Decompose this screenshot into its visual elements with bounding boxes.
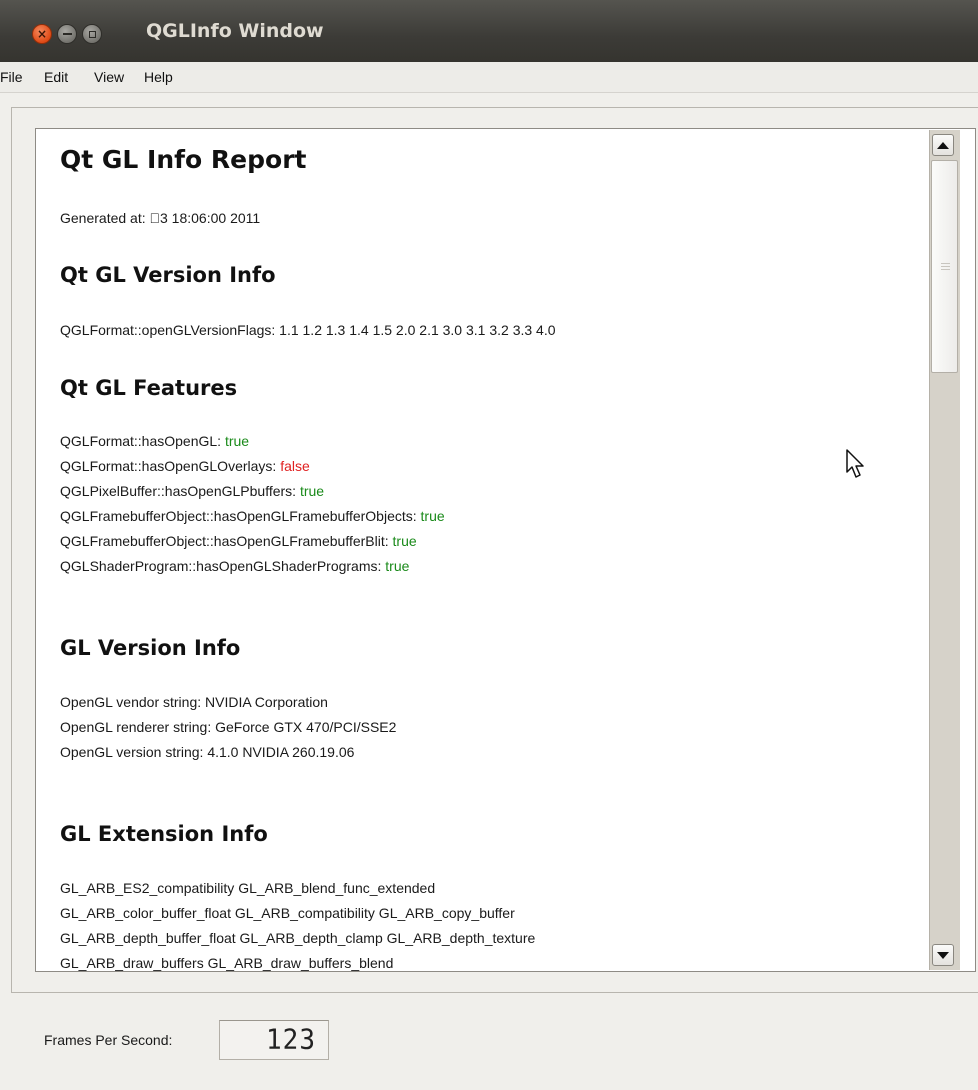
feature-value: true [420,508,445,524]
close-icon: × [36,27,48,41]
qt-version-heading: Qt GL Version Info [60,263,276,287]
report-title: Qt GL Info Report [60,145,307,174]
menu-view[interactable]: View [94,69,124,85]
feature-row: QGLFramebufferObject::hasOpenGLFramebuff… [60,508,445,524]
menu-edit[interactable]: Edit [44,69,68,85]
feature-value: true [385,558,410,574]
qt-features-heading: Qt GL Features [60,376,238,400]
grip-line [941,263,950,264]
feature-value: true [299,483,325,499]
grip-line [941,266,950,267]
fps-lcd-display: 123 [219,1020,329,1060]
title-bar: × QGLInfo Window [0,0,978,62]
scroll-up-arrow-icon [937,141,949,149]
feature-row: QGLFramebufferObject::hasOpenGLFramebuff… [60,533,417,549]
grip-line [941,269,950,270]
minimize-window-button[interactable] [57,24,77,44]
maximize-window-button[interactable] [82,24,102,44]
version-flags-text: QGLFormat::openGLVersionFlags: 1.1 1.2 1… [60,322,556,338]
feature-row: QGLFormat::hasOpenGL: true [60,433,250,449]
menu-help[interactable]: Help [144,69,173,85]
feature-value: true [224,433,250,449]
scroll-up-button[interactable] [932,134,954,156]
scroll-down-arrow-icon [937,951,949,959]
gl-version-heading: GL Version Info [60,636,241,660]
report-text-view[interactable]: Qt GL Info Report Generated at: 3 18:06… [35,128,976,972]
close-window-button[interactable]: × [32,24,52,44]
extension-line: GL_ARB_color_buffer_float GL_ARB_compati… [60,905,515,921]
extension-heading: GL Extension Info [60,822,268,846]
window-title: QGLInfo Window [146,20,324,42]
menu-file[interactable]: File [0,69,23,85]
vertical-scrollbar[interactable] [929,130,960,970]
feature-row: QGLFormat::hasOpenGLOverlays: false [60,458,310,474]
fps-label: Frames Per Second: [44,1032,173,1048]
feature-row: QGLPixelBuffer::hasOpenGLPbuffers: true [60,483,325,499]
feature-value: true [392,533,417,549]
generated-at-text: Generated at: 3 18:06:00 2011 [60,210,260,226]
fps-value: 123 [266,1024,316,1056]
extension-line: GL_ARB_draw_buffers GL_ARB_draw_buffers_… [60,955,394,971]
scrollbar-thumb[interactable] [931,160,958,373]
gl-version-line: OpenGL vendor string: NVIDIA Corporation [60,694,328,710]
extension-line: GL_ARB_ES2_compatibility GL_ARB_blend_fu… [60,880,436,896]
gl-version-line: OpenGL renderer string: GeForce GTX 470/… [60,719,397,735]
gl-version-line: OpenGL version string: 4.1.0 NVIDIA 260.… [60,744,355,760]
menu-bar: File Edit View Help [0,62,978,93]
feature-row: QGLShaderProgram::hasOpenGLShaderProgram… [60,558,410,574]
extension-line: GL_ARB_depth_buffer_float GL_ARB_depth_c… [60,930,536,946]
feature-value: false [280,458,310,474]
mouse-pointer-icon [846,449,864,478]
scroll-down-button[interactable] [932,944,954,966]
